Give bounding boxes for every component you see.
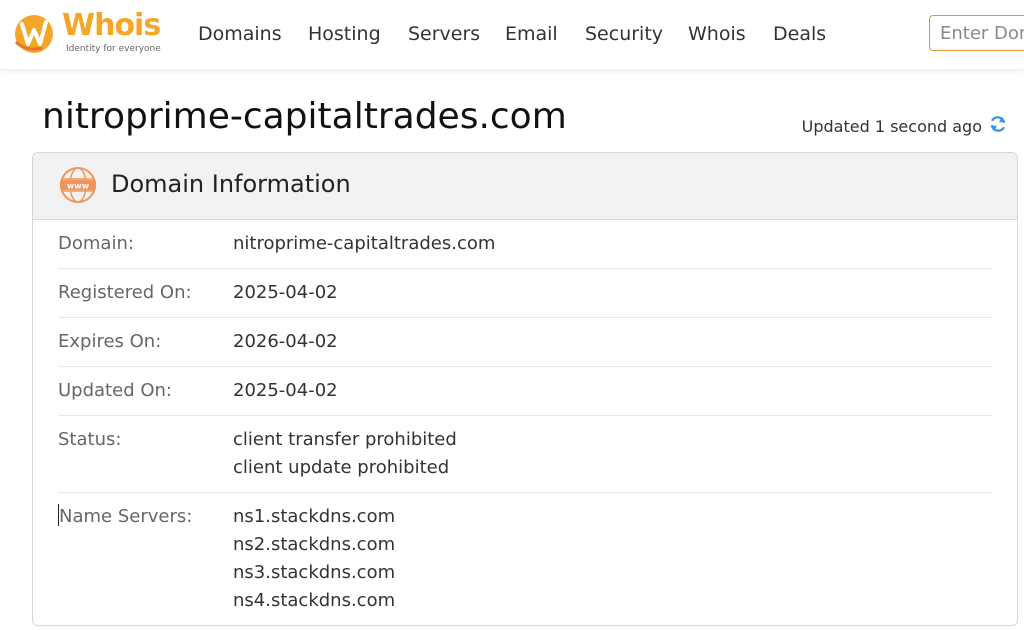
domain-search-input[interactable] — [929, 15, 1024, 51]
nav-hosting[interactable]: Hosting — [308, 23, 381, 45]
row-status: Status: client transfer prohibited clien… — [58, 416, 992, 493]
card-header: www Domain Information — [33, 153, 1017, 220]
row-value: nitroprime-capitaltrades.com — [233, 230, 495, 258]
nav-domains[interactable]: Domains — [198, 23, 282, 45]
row-value: 2026-04-02 — [233, 328, 338, 356]
svg-text:www: www — [67, 182, 90, 191]
logo-text: Whois — [62, 8, 161, 43]
row-expires-on: Expires On: 2026-04-02 — [58, 318, 992, 367]
logo-tagline: Identity for everyone — [66, 44, 161, 54]
row-label: Status: — [58, 429, 122, 450]
row-value: 2025-04-02 — [233, 377, 338, 405]
domain-info-rows: Domain: nitroprime-capitaltrades.com Reg… — [33, 220, 1017, 625]
nav-deals[interactable]: Deals — [773, 23, 826, 45]
domain-value: nitroprime-capitaltrades.com — [233, 233, 496, 254]
nav-email[interactable]: Email — [505, 23, 558, 45]
card-title: Domain Information — [111, 170, 351, 198]
name-servers-label: Name Servers: — [59, 506, 193, 527]
whois-logo-icon — [12, 12, 56, 60]
row-updated-on: Updated On: 2025-04-02 — [58, 367, 992, 416]
row-label: Name Servers: — [58, 503, 233, 615]
whois-logo[interactable]: Whois Identity for everyone — [12, 8, 172, 60]
row-value: ns1.stackdns.com ns2.stackdns.com ns3.st… — [233, 503, 395, 615]
www-globe-icon: www — [58, 165, 98, 209]
name-server-value: ns4.stackdns.com — [233, 590, 396, 611]
name-server-value: ns1.stackdns.com — [233, 506, 396, 527]
row-label: Registered On: — [58, 282, 192, 303]
refresh-icon[interactable] — [988, 114, 1008, 138]
row-value: 2025-04-02 — [233, 279, 338, 307]
registered-value: 2025-04-02 — [233, 282, 338, 303]
updated-value: 2025-04-02 — [233, 380, 338, 401]
top-navbar: Whois Identity for everyone Domains Host… — [0, 0, 1024, 70]
row-label: Expires On: — [58, 331, 162, 352]
domain-info-card: www Domain Information Domain: nitroprim… — [32, 152, 1018, 626]
nav-security[interactable]: Security — [585, 23, 663, 45]
status-value: client transfer prohibited — [233, 429, 457, 450]
row-label: Updated On: — [58, 380, 172, 401]
row-name-servers: Name Servers: ns1.stackdns.com ns2.stack… — [58, 493, 992, 625]
updated-text: Updated 1 second ago — [801, 116, 982, 136]
name-server-value: ns3.stackdns.com — [233, 562, 396, 583]
nav-servers[interactable]: Servers — [408, 23, 480, 45]
expires-value: 2026-04-02 — [233, 331, 338, 352]
page-title: nitroprime-capitaltrades.com — [42, 96, 567, 137]
name-server-value: ns2.stackdns.com — [233, 534, 396, 555]
row-value: client transfer prohibited client update… — [233, 426, 457, 482]
row-label: Domain: — [58, 233, 134, 254]
nav-whois[interactable]: Whois — [688, 23, 746, 45]
updated-status: Updated 1 second ago — [802, 114, 1008, 138]
row-domain: Domain: nitroprime-capitaltrades.com — [58, 220, 992, 269]
row-registered-on: Registered On: 2025-04-02 — [58, 269, 992, 318]
status-value: client update prohibited — [233, 457, 450, 478]
